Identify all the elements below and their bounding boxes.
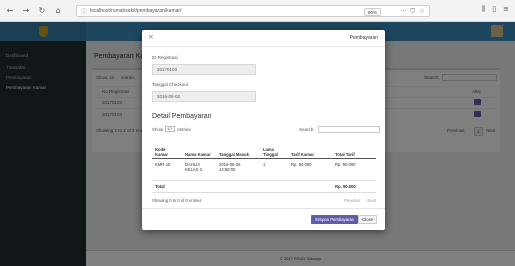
back-icon[interactable]: ← xyxy=(5,6,15,16)
table-row: KMR-10 DAHLIA KELAS 3 2016-05-26 14:50:0… xyxy=(152,158,376,181)
total-label: Total xyxy=(152,180,332,193)
col-kode-kamar[interactable]: Kode Kamar xyxy=(152,138,182,159)
detail-table: Kode Kamar Nama Kamar Tanggal Masuk Lama… xyxy=(152,138,376,193)
home-icon[interactable]: ⌂ xyxy=(53,6,63,16)
cell-nama-kamar: DAHLIA KELAS 3 xyxy=(182,158,216,181)
browser-tools: ⫼ ▯ ≡ xyxy=(482,5,509,14)
page-actions-icon[interactable]: ··· xyxy=(400,7,406,16)
zoom-badge[interactable]: 90% xyxy=(363,8,381,16)
detail-section-title: Detail Pembayaran xyxy=(152,113,212,120)
previous-link[interactable]: Previous xyxy=(344,198,360,203)
url-bar[interactable]: ⓘ localhost/rumahsakit/pembayaran/kamar/… xyxy=(76,5,430,17)
table-search: Search: xyxy=(299,126,380,133)
show-label: Show xyxy=(152,126,164,132)
col-total-tarif[interactable]: Total Tarif xyxy=(332,138,376,159)
show-entries: Show 10 entries xyxy=(152,126,191,132)
no-registrasi-label: ID Registrasi xyxy=(152,55,178,60)
library-icon[interactable]: ⫼ xyxy=(482,5,485,14)
save-payment-button[interactable]: Simpan Pembayaran xyxy=(310,215,358,224)
cell-lama-tinggal: 1 xyxy=(260,158,288,181)
pagination: Previous Next xyxy=(344,198,376,203)
sidebar-toggle-icon[interactable]: ▯ xyxy=(492,5,496,14)
search-input[interactable] xyxy=(317,126,380,133)
table-info: Showing 0 to 0 of 0 entries xyxy=(152,198,202,203)
menu-icon[interactable]: ≡ xyxy=(503,5,509,14)
url-actions: ··· ⛉ ☆ xyxy=(400,7,425,16)
col-lama-tinggal[interactable]: Lama Tinggal xyxy=(260,138,288,159)
cell-total-tarif: Rp. 90.000 xyxy=(332,158,376,181)
col-nama-kamar[interactable]: Nama Kamar xyxy=(182,138,216,159)
url-text: localhost/rumahsakit/pembayaran/kamar/ xyxy=(90,8,182,14)
tanggal-checkout-label: Tanggal Checkout xyxy=(152,82,189,87)
tanggal-checkout-field[interactable]: 2016-05-02 xyxy=(152,91,256,102)
cell-tarif-kamar: Rp. 90.000 xyxy=(288,158,332,181)
entries-select[interactable]: 10 xyxy=(165,126,176,132)
total-value: Rp. 90.000 xyxy=(332,180,376,193)
search-label: Search: xyxy=(299,127,315,132)
reload-icon[interactable]: ↻ xyxy=(37,6,47,16)
total-row: Total Rp. 90.000 xyxy=(152,180,376,193)
modal-title: Pembayaran xyxy=(349,35,378,41)
entries-label: entries xyxy=(177,126,191,132)
modal-header: × Pembayaran xyxy=(142,30,385,47)
modal-footer: Simpan Pembayaran Close xyxy=(142,208,385,230)
info-icon: ⓘ xyxy=(81,8,88,16)
close-button[interactable]: Close xyxy=(358,215,377,224)
col-tarif-kamar[interactable]: Tarif Kamar xyxy=(288,138,332,159)
forward-icon[interactable]: → xyxy=(21,6,31,16)
next-link[interactable]: Next xyxy=(367,198,376,203)
cell-tanggal-masuk: 2016-05-26 14:50:00 xyxy=(216,158,260,181)
table-header-row: Kode Kamar Nama Kamar Tanggal Masuk Lama… xyxy=(152,138,376,159)
close-icon[interactable]: × xyxy=(148,33,154,41)
payment-modal: × Pembayaran ID Registrasi 20170103 Tang… xyxy=(142,30,385,230)
bookmark-icon[interactable]: ☆ xyxy=(419,7,425,16)
cell-kode-kamar: KMR-10 xyxy=(152,158,182,181)
pocket-icon[interactable]: ⛉ xyxy=(410,7,415,16)
col-tanggal-masuk[interactable]: Tanggal Masuk xyxy=(216,138,260,159)
no-registrasi-field[interactable]: 20170103 xyxy=(152,64,256,75)
